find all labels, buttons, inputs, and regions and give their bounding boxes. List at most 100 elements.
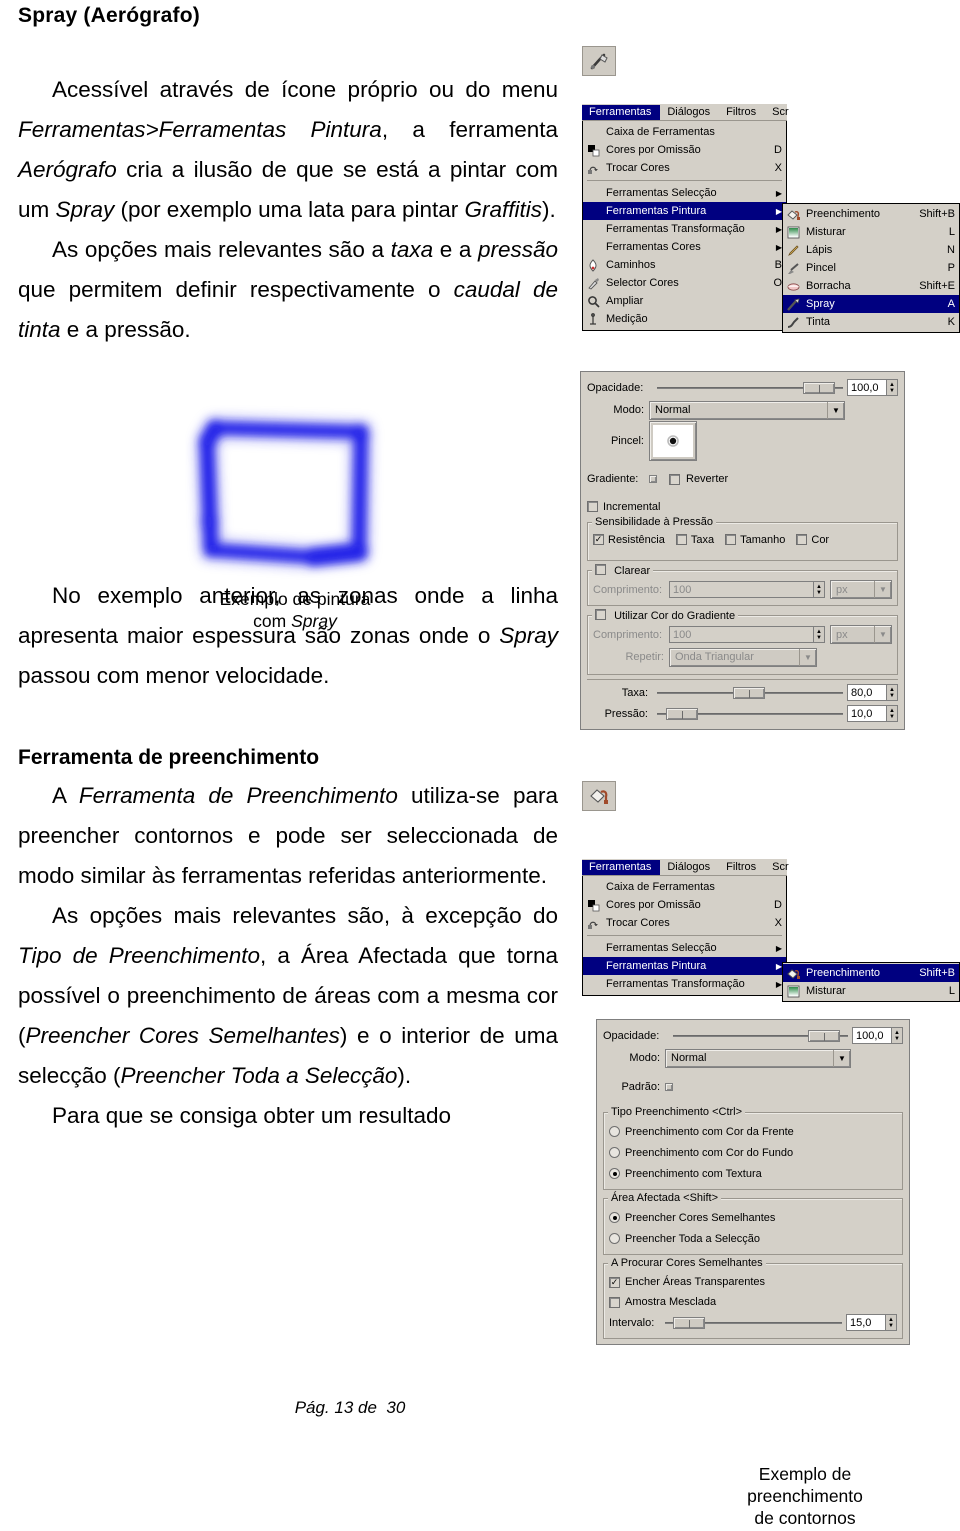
menu-item-caminhos[interactable]: Caminhos B xyxy=(583,256,786,274)
rate-slider[interactable] xyxy=(657,686,843,700)
use-gradient-header[interactable]: Utilizar Cor do Gradiente xyxy=(592,609,739,622)
menu-item-ferramentas-transforma--o[interactable]: Ferramentas Transformação ▶ xyxy=(583,220,786,238)
fill-tool-options-panel[interactable]: Opacidade: 100,0 ▲ ▼ Modo: Normal ▼ Padrã… xyxy=(596,1019,910,1345)
fill-opacity-row[interactable]: Opacidade: 100,0 ▲ ▼ xyxy=(603,1025,903,1046)
menu-item-caixa-de-ferramentas[interactable]: Caixa de Ferramentas xyxy=(583,123,786,141)
pressure-taxa-checkbox[interactable] xyxy=(675,534,687,545)
threshold-spinner[interactable]: ▲ ▼ xyxy=(886,1314,897,1331)
menu-item-misturar[interactable]: Misturar L xyxy=(783,982,959,1000)
menu-item-cores-por-omiss-o[interactable]: Cores por Omissão D xyxy=(583,896,786,914)
affected-area-preencher-cores-semelhantes-row[interactable]: Preencher Cores Semelhantes xyxy=(609,1207,897,1228)
menubar-item-filtros[interactable]: Filtros xyxy=(719,860,765,875)
fade-length-spinner[interactable]: ▲ ▼ xyxy=(814,581,825,598)
sample-merged-row[interactable]: Amostra Mesclada xyxy=(609,1292,897,1312)
menu-item-preenchimento[interactable]: Preenchimento Shift+B xyxy=(783,205,959,223)
brush-row[interactable]: Pincel: xyxy=(587,421,898,461)
menu-item-ferramentas-selec--o[interactable]: Ferramentas Selecção ▶ xyxy=(583,184,786,202)
menubar-spray[interactable]: Ferramentas Diálogos Filtros Scr xyxy=(582,104,789,121)
fade-out-checkbox[interactable] xyxy=(595,564,606,575)
affected-area-preencher-toda-a-selec-o-row[interactable]: Preencher Toda a Selecção xyxy=(609,1228,897,1249)
gradient-row[interactable]: Gradiente: Reverter xyxy=(587,460,898,498)
menubar-item-dilogos[interactable]: Diálogos xyxy=(660,105,719,120)
fill-transparent-row[interactable]: ✓ Encher Áreas Transparentes xyxy=(609,1272,897,1292)
menu-item-tinta[interactable]: Tinta K xyxy=(783,313,959,331)
menubar-item-dilogos[interactable]: Diálogos xyxy=(660,860,719,875)
fill-type-preenchimento-com-cor-da-frente-radio[interactable] xyxy=(609,1126,620,1137)
fade-out-header[interactable]: Clarear xyxy=(592,564,654,577)
bucket-fill-tool-icon[interactable] xyxy=(582,781,616,811)
sample-merged-checkbox[interactable] xyxy=(609,1296,620,1308)
mode-select[interactable]: Normal ▼ xyxy=(649,400,845,420)
pressure-slider[interactable] xyxy=(657,707,843,721)
menu-item-ampliar[interactable]: Ampliar xyxy=(583,292,786,310)
menu-item-spray[interactable]: Spray A xyxy=(783,295,959,313)
fill-mode-select[interactable]: Normal ▼ xyxy=(665,1048,851,1068)
rate-spinner[interactable]: ▲ ▼ xyxy=(887,684,898,701)
menu-item-borracha[interactable]: Borracha Shift+E xyxy=(783,277,959,295)
menu-item-pincel[interactable]: Pincel P xyxy=(783,259,959,277)
gradient-length-row[interactable]: Comprimento: 100 ▲ ▼ px ▼ xyxy=(593,624,892,645)
menubar-item-scr[interactable]: Scr xyxy=(765,105,798,120)
affected-area-options[interactable]: Preencher Cores Semelhantes Preencher Tod… xyxy=(609,1207,897,1249)
opacity-slider[interactable] xyxy=(657,381,843,395)
fill-transparent-checkbox[interactable]: ✓ xyxy=(609,1276,620,1288)
menubar-item-ferramentas[interactable]: Ferramentas xyxy=(582,859,661,875)
pressure-row[interactable]: Pressão: 10,0 ▲ ▼ xyxy=(587,703,898,724)
menubar-item-ferramentas[interactable]: Ferramentas xyxy=(582,104,661,120)
fill-opacity-spinner[interactable]: ▲ ▼ xyxy=(892,1027,903,1044)
menubar-item-scr[interactable]: Scr xyxy=(765,860,798,875)
opacity-value[interactable]: 100,0 xyxy=(847,379,887,396)
menubar-fill[interactable]: Ferramentas Diálogos Filtros Scr xyxy=(582,859,789,876)
fill-opacity-slider[interactable] xyxy=(673,1029,848,1043)
gimp-paint-tools-submenu-fill[interactable]: Preenchimento Shift+B Misturar L xyxy=(782,962,960,1002)
repeat-select[interactable]: Onda Triangular ▼ xyxy=(669,647,817,667)
menu-item-trocar-cores[interactable]: Trocar Cores X xyxy=(583,159,786,177)
pressure-value[interactable]: 10,0 xyxy=(847,705,887,722)
menu-item-l-pis[interactable]: Lápis N xyxy=(783,241,959,259)
menu-item-caixa-de-ferramentas[interactable]: Caixa de Ferramentas xyxy=(583,878,786,896)
pressure-spinner[interactable]: ▲ ▼ xyxy=(887,705,898,722)
affected-area-preencher-cores-semelhantes-radio[interactable] xyxy=(609,1212,620,1223)
incremental-checkbox[interactable] xyxy=(587,501,598,512)
opacity-spinner[interactable]: ▲ ▼ xyxy=(887,379,898,396)
menu-item-ferramentas-transforma--o[interactable]: Ferramentas Transformação ▶ xyxy=(583,975,786,993)
brush-preview-button[interactable] xyxy=(649,421,697,461)
gimp-paint-tools-submenu-spray[interactable]: Preenchimento Shift+B Misturar L Lápis N Pince… xyxy=(782,203,960,333)
pressure-sensitivity-options[interactable]: ✓ Resistência Taxa Tamanho Cor xyxy=(593,531,892,548)
pressure-cor-checkbox[interactable] xyxy=(796,534,808,545)
menu-items-fill[interactable]: Caixa de Ferramentas Cores por Omissão D Tr… xyxy=(582,876,787,996)
gradient-length-spinner[interactable]: ▲ ▼ xyxy=(814,626,825,643)
menu-item-preenchimento[interactable]: Preenchimento Shift+B xyxy=(783,964,959,982)
gradient-preview-button[interactable] xyxy=(649,475,657,483)
fade-length-row[interactable]: Comprimento: 100 ▲ ▼ px ▼ xyxy=(593,579,892,600)
spray-tool-options-panel[interactable]: Opacidade: 100,0 ▲ ▼ Modo: Normal ▼ Pince… xyxy=(580,371,905,730)
menu-item-cores-por-omiss-o[interactable]: Cores por Omissão D xyxy=(583,141,786,159)
threshold-row[interactable]: Intervalo: 15,0 ▲ ▼ xyxy=(609,1312,897,1333)
repeat-row[interactable]: Repetir: Onda Triangular ▼ xyxy=(593,645,892,669)
fill-type-preenchimento-com-cor-do-fundo-row[interactable]: Preenchimento com Cor do Fundo xyxy=(609,1142,897,1163)
fade-unit-select[interactable]: px ▼ xyxy=(830,580,892,599)
pattern-preview-button[interactable] xyxy=(665,1083,673,1091)
fill-type-preenchimento-com-textura-radio[interactable] xyxy=(609,1168,620,1179)
fill-type-preenchimento-com-cor-do-fundo-radio[interactable] xyxy=(609,1147,620,1158)
gradient-length-value[interactable]: 100 xyxy=(669,626,814,643)
incremental-row[interactable]: Incremental xyxy=(587,498,898,515)
opacity-row[interactable]: Opacidade: 100,0 ▲ ▼ xyxy=(587,377,898,398)
menu-item-ferramentas-cores[interactable]: Ferramentas Cores ▶ xyxy=(583,238,786,256)
reverse-checkbox[interactable] xyxy=(669,473,680,485)
fill-type-preenchimento-com-cor-da-frente-row[interactable]: Preenchimento com Cor da Frente xyxy=(609,1121,897,1142)
threshold-value[interactable]: 15,0 xyxy=(846,1314,886,1331)
fade-length-value[interactable]: 100 xyxy=(669,581,814,598)
affected-area-preencher-toda-a-selec-o-radio[interactable] xyxy=(609,1233,620,1244)
menu-item-ferramentas-pintura[interactable]: Ferramentas Pintura ▶ xyxy=(583,202,786,220)
use-gradient-checkbox[interactable] xyxy=(595,609,606,620)
airbrush-tool-icon[interactable] xyxy=(582,46,616,76)
threshold-slider[interactable] xyxy=(665,1316,842,1330)
menu-item-ferramentas-selec--o[interactable]: Ferramentas Selecção ▶ xyxy=(583,939,786,957)
menu-item-misturar[interactable]: Misturar L xyxy=(783,223,959,241)
menu-items-spray[interactable]: Caixa de Ferramentas Cores por Omissão D Tr… xyxy=(582,121,787,331)
mode-row[interactable]: Modo: Normal ▼ xyxy=(587,398,898,422)
gradient-unit-select[interactable]: px ▼ xyxy=(830,625,892,644)
menubar-item-filtros[interactable]: Filtros xyxy=(719,105,765,120)
gimp-tools-menu-spray[interactable]: Ferramentas Diálogos Filtros Scr Caixa de F… xyxy=(582,104,789,331)
